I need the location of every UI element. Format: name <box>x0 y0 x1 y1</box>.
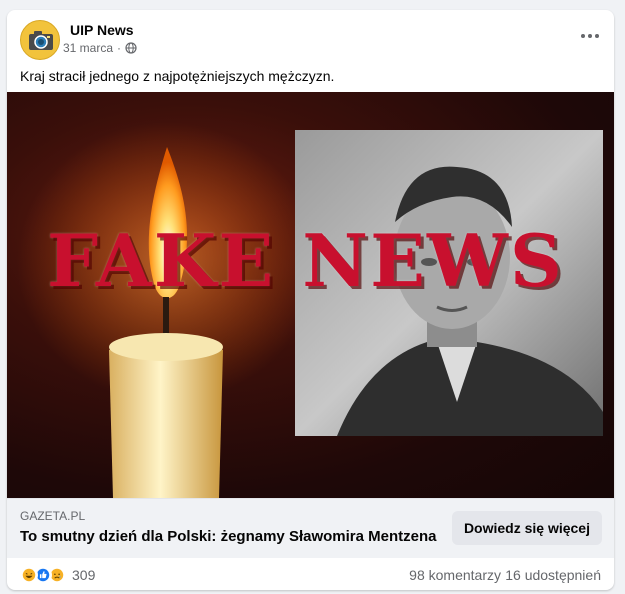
globe-icon <box>125 42 137 54</box>
learn-more-button[interactable]: Dowiedz się więcej <box>451 511 602 545</box>
reactions-count[interactable]: 309 <box>72 567 95 583</box>
meta-separator: · <box>117 41 122 55</box>
post-date[interactable]: 31 marca <box>63 41 113 55</box>
post-meta: 31 marca · <box>63 41 137 55</box>
post-text: Kraj stracił jednego z najpotężniejszych… <box>20 68 335 84</box>
facebook-post-card: UIP News 31 marca · Kraj stracił jednego… <box>7 10 614 590</box>
dot-icon <box>595 34 599 38</box>
post-image[interactable]: FAKE NEWS <box>7 92 614 498</box>
dot-icon <box>588 34 592 38</box>
shares-count[interactable]: 16 udostępnień <box>505 567 601 583</box>
haha-icon <box>20 566 38 584</box>
dot-icon <box>581 34 585 38</box>
link-domain: GAZETA.PL <box>20 509 86 523</box>
comments-count[interactable]: 98 komentarzy <box>409 567 501 583</box>
fake-news-overlay: FAKE NEWS <box>47 218 564 303</box>
link-preview[interactable]: GAZETA.PL To smutny dzień dla Polski: że… <box>7 498 614 558</box>
reactions-summary[interactable]: 309 <box>20 566 95 584</box>
page-name[interactable]: UIP News <box>70 22 134 38</box>
page-avatar[interactable] <box>20 20 60 60</box>
post-stats: 309 98 komentarzy 16 udostępnień <box>7 558 614 590</box>
link-title[interactable]: To smutny dzień dla Polski: żegnamy Sław… <box>20 528 436 545</box>
camera-icon <box>29 31 53 50</box>
more-options-button[interactable] <box>578 24 602 48</box>
